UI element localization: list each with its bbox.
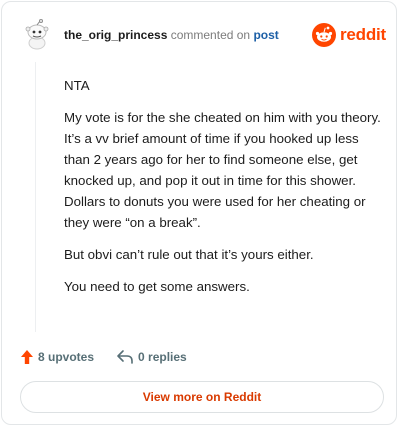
reddit-logo-icon <box>312 23 336 47</box>
commented-on-text: commented on <box>170 28 251 42</box>
comment-body: NTA My vote is for the she cheated on hi… <box>64 75 382 308</box>
reply-button[interactable]: 0 replies <box>116 349 187 365</box>
username-link[interactable]: the_orig_princess <box>64 28 167 42</box>
upvote-count: 8 upvotes <box>38 350 95 364</box>
comment-card: the_orig_princess commented on post redd… <box>1 1 397 425</box>
post-link[interactable]: post <box>253 28 278 42</box>
comment-paragraph: NTA <box>64 78 90 93</box>
view-more-button[interactable]: View more on Reddit <box>20 381 384 413</box>
reply-arrow-icon <box>117 350 133 364</box>
upvote-arrow-icon <box>21 350 33 364</box>
user-avatar[interactable] <box>20 18 52 50</box>
thread-line <box>35 62 36 332</box>
comment-header: the_orig_princess commented on post <box>64 28 279 42</box>
upvote-button[interactable]: 8 upvotes <box>20 349 94 365</box>
reply-count: 0 replies <box>138 350 187 364</box>
comment-footer: 8 upvotes 0 replies <box>20 347 209 367</box>
snoo-avatar-icon <box>25 18 49 50</box>
comment-paragraph: My vote is for the she cheated on him wi… <box>64 110 381 230</box>
comment-paragraph: You need to get some answers. <box>64 279 250 294</box>
comment-paragraph: But obvi can’t rule out that it’s yours … <box>64 247 314 262</box>
reddit-wordmark: reddit <box>340 25 387 44</box>
reddit-logo[interactable]: reddit <box>312 22 386 48</box>
